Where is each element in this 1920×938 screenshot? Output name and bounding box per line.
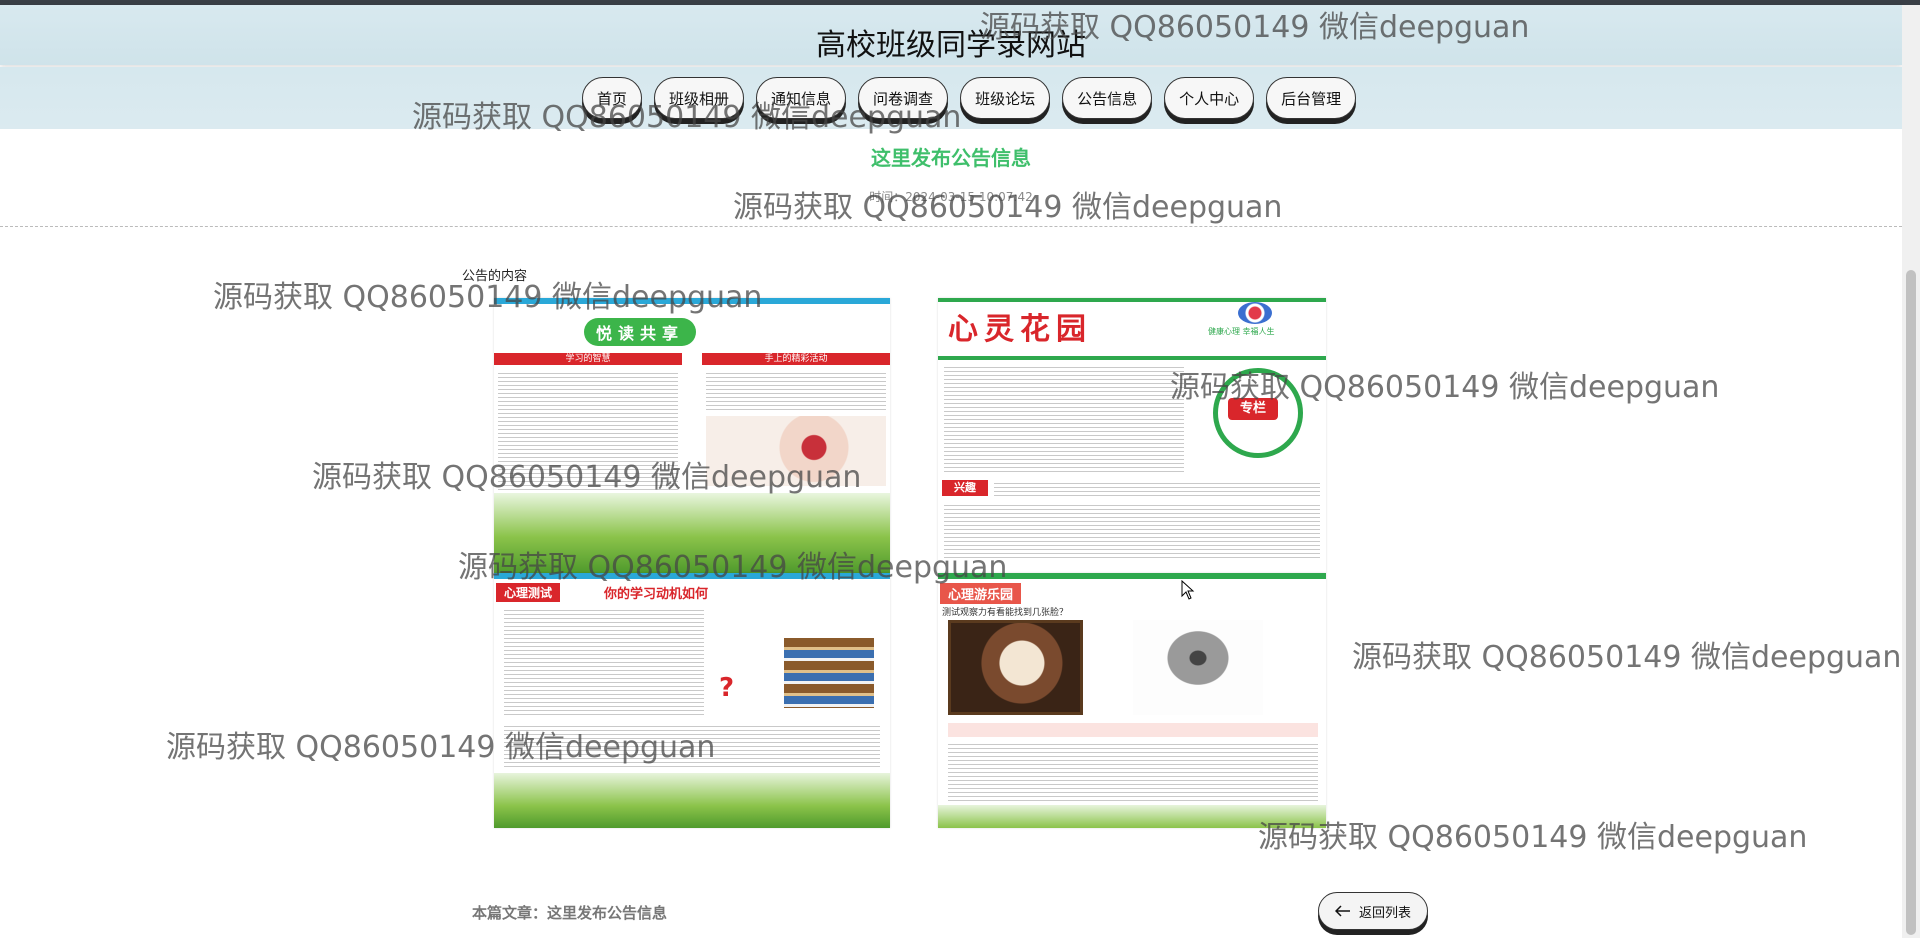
nav-forum-button[interactable]: 班级论坛 xyxy=(960,77,1051,119)
back-to-list-button[interactable]: 返回列表 xyxy=(1318,892,1428,930)
article-title: 这里发布公告信息 xyxy=(871,146,1031,170)
poster-2-logo-text: 健康心理 幸福人生 xyxy=(1208,327,1275,336)
poster-psych-playground: 心理游乐园 测试观察力有看能找到几张脸？ xyxy=(938,573,1326,828)
arrow-left-icon xyxy=(1334,905,1350,917)
mouse-pointer-icon xyxy=(1181,580,1195,600)
nav-list: 首页 班级相册 通知信息 问卷调查 班级论坛 公告信息 个人中心 后台管理 xyxy=(582,77,1357,119)
nav-notice-button[interactable]: 通知信息 xyxy=(756,77,847,119)
divider xyxy=(0,226,1902,227)
poster-soul-garden: 心灵花园 健康心理 幸福人生 专栏 兴趣 xyxy=(938,298,1326,573)
nav-announcement-button[interactable]: 公告信息 xyxy=(1062,77,1153,119)
watermark: 源码获取 QQ86050149 微信deepguan xyxy=(1352,640,1902,675)
portrait-image xyxy=(948,620,1083,715)
nav-home-button[interactable]: 首页 xyxy=(582,77,643,119)
article-meta: 时间：2024-03-15 10:07:42 xyxy=(869,190,1033,204)
poster-2-badge: 专栏 xyxy=(1228,398,1278,420)
back-button-label: 返回列表 xyxy=(1358,905,1411,921)
footer-article-label: 本篇文章：这里发布公告信息 xyxy=(472,904,668,922)
poster-2-heading: 心灵花园 xyxy=(948,312,1092,347)
poster-1-subtitle-right: 手上的精彩活动 xyxy=(702,353,890,365)
nav-admin-button[interactable]: 后台管理 xyxy=(1266,77,1357,119)
poster-reading-share: 悦读共享 学习的智慧 手上的精彩活动 xyxy=(494,298,890,573)
question-mark-icon: ? xyxy=(719,673,735,703)
poster-2-section: 兴趣 xyxy=(942,480,988,496)
meadow-image xyxy=(494,773,890,828)
site-title: 高校班级同学录网站 xyxy=(816,28,1086,63)
scrollbar-thumb[interactable] xyxy=(1906,270,1916,935)
nav-survey-button[interactable]: 问卷调查 xyxy=(858,77,949,119)
nav-album-button[interactable]: 班级相册 xyxy=(654,77,745,119)
poster-4-caption: 测试观察力有看能找到几张脸？ xyxy=(942,608,1069,618)
watermark: 源码获取 QQ86050149 微信deepguan xyxy=(1258,820,1808,855)
heart-logo-icon xyxy=(1238,302,1272,324)
flower-image xyxy=(706,416,886,486)
content-label: 公告的内容 xyxy=(462,269,528,284)
grass-image xyxy=(494,493,890,573)
poster-1-heading: 悦读共享 xyxy=(584,318,697,346)
nav-bar: 首页 班级相册 通知信息 问卷调查 班级论坛 公告信息 个人中心 后台管理 xyxy=(0,67,1902,129)
nav-profile-button[interactable]: 个人中心 xyxy=(1164,77,1255,119)
tree-image xyxy=(1133,620,1263,715)
poster-4-heading: 心理游乐园 xyxy=(940,583,1022,604)
books-image xyxy=(784,638,874,708)
poster-1-subtitle-left: 学习的智慧 xyxy=(494,353,682,365)
scrollbar[interactable] xyxy=(1902,5,1920,938)
header-bar: 高校班级同学录网站 xyxy=(0,5,1902,65)
poster-3-heading-left: 心理测试 xyxy=(496,583,561,602)
poster-psych-test: 心理测试 你的学习动机如何 ? xyxy=(494,573,890,828)
poster-3-heading-right: 你的学习动机如何 xyxy=(604,587,709,602)
